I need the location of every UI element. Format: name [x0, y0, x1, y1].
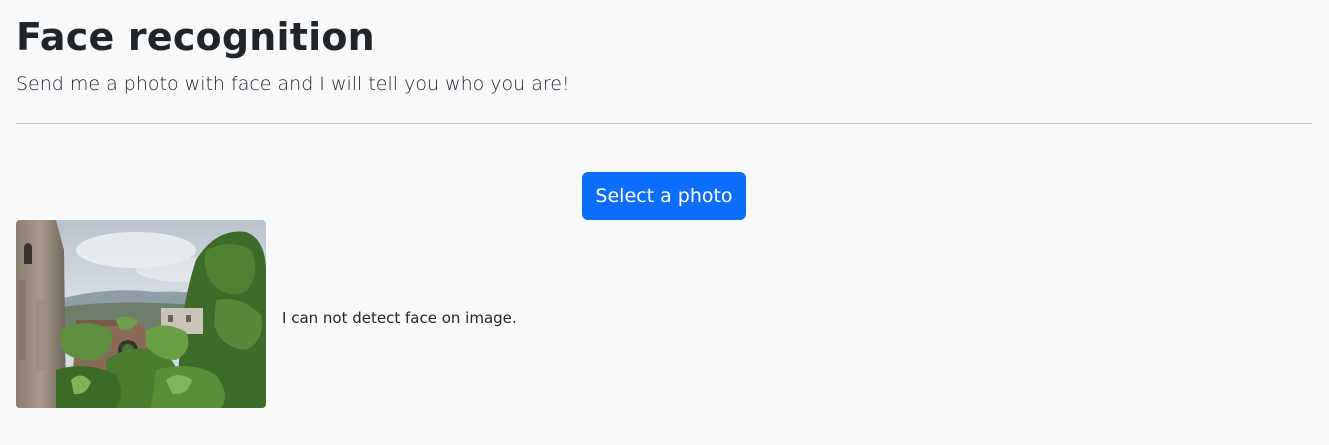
page-subtitle: Send me a photo with face and I will tel… [16, 73, 570, 95]
page-title: Face recognition [16, 15, 375, 59]
face-detection-result: I can not detect face on image. [282, 309, 517, 327]
main-container: Face recognition Send me a photo with fa… [16, 0, 1312, 445]
select-photo-button[interactable]: Select a photo [582, 172, 746, 220]
uploaded-photo [16, 220, 266, 408]
result-row: I can not detect face on image. [16, 220, 1312, 408]
header-divider [16, 123, 1312, 124]
